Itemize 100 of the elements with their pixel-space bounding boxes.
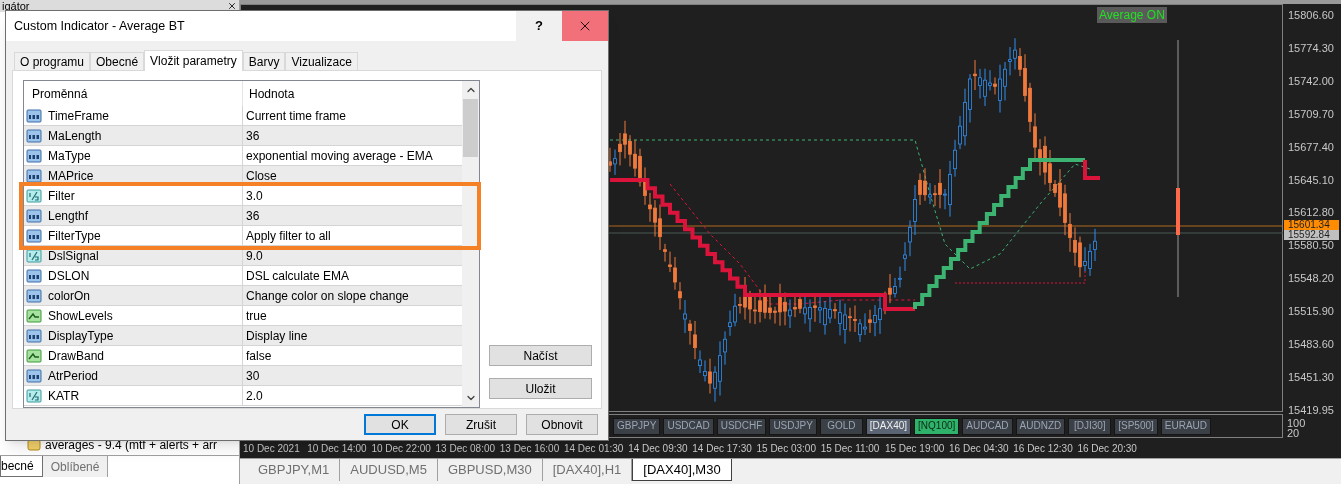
table-row[interactable]: DisplayType Display line — [24, 326, 462, 346]
navigator-tab[interactable]: Oblíbené — [42, 456, 109, 477]
param-value[interactable]: Close — [243, 166, 462, 185]
table-row[interactable]: KATR 2.0 — [24, 386, 462, 406]
symbol-button[interactable]: AUDNZD — [1015, 417, 1066, 435]
column-header[interactable]: Hodnota — [243, 81, 462, 106]
table-row[interactable]: TimeFrame Current time frame — [24, 106, 462, 126]
time-label: 16 Dec 04:30 — [948, 441, 1010, 456]
param-value[interactable]: 30 — [243, 366, 462, 385]
help-button[interactable]: ? — [516, 11, 562, 41]
param-value[interactable]: 36 — [243, 126, 462, 145]
symbol-button[interactable]: [NQ100] — [914, 417, 960, 435]
param-value[interactable]: false — [243, 346, 462, 365]
time-label: 10 Dec 22:00 — [370, 441, 432, 456]
param-value[interactable]: Change color on slope change — [243, 286, 462, 305]
param-name: MAPrice — [48, 167, 94, 185]
scrollbar[interactable] — [462, 81, 479, 407]
price-label: 15612.80 — [1287, 206, 1335, 219]
price-label: 15419.95 — [1287, 403, 1335, 416]
table-row[interactable]: Filter 3.0 — [24, 186, 462, 206]
dialog-button[interactable]: Zrušit — [445, 414, 517, 435]
price-label: 15709.70 — [1287, 107, 1335, 120]
table-row[interactable]: ShowLevels true — [24, 306, 462, 326]
table-row[interactable]: MaLength 36 — [24, 126, 462, 146]
time-label: 13 Dec 16:00 — [498, 441, 561, 456]
time-label: 16 Dec 20:30 — [1076, 441, 1138, 456]
navigator-tab[interactable]: becné — [0, 456, 43, 477]
table-row[interactable]: AtrPeriod 30 — [24, 366, 462, 386]
param-name: DSLON — [48, 267, 90, 285]
marker-bar — [1176, 188, 1180, 235]
param-value[interactable]: 9.0 — [243, 246, 462, 265]
param-name: AtrPeriod — [48, 367, 99, 385]
symbol-button[interactable]: USDCAD — [663, 417, 714, 435]
price-label: 15806.60 — [1287, 9, 1335, 21]
table-row[interactable]: colorOn Change color on slope change — [24, 286, 462, 306]
param-name: FilterType — [48, 227, 101, 245]
indicator-label: Average ON — [1097, 7, 1167, 23]
price-label: 15742.00 — [1287, 74, 1335, 87]
price-label: 15451.30 — [1287, 370, 1335, 383]
param-name: Filter — [48, 187, 75, 205]
dialog-tab[interactable]: Barvy — [242, 52, 286, 70]
param-value[interactable]: DSL calculate EMA — [243, 266, 462, 285]
price-label: 15515.90 — [1287, 305, 1335, 318]
param-value[interactable]: Apply filter to all — [243, 226, 462, 245]
price-label: 15677.40 — [1287, 140, 1335, 153]
table-row[interactable]: DSLON DSL calculate EMA — [24, 266, 462, 286]
param-name: MaLength — [48, 127, 102, 145]
symbol-button[interactable]: GOLD — [819, 417, 863, 435]
symbol-button[interactable]: [SP500] — [1114, 417, 1158, 435]
table-row[interactable]: FilterType Apply filter to all — [24, 226, 462, 246]
dialog-tab[interactable]: Vložit parametry — [144, 50, 243, 71]
chart-tab[interactable]: GBPJPY,M1 — [248, 459, 341, 481]
chart-tab[interactable]: AUDUSD,M5 — [340, 459, 438, 481]
param-name: DslSignal — [48, 247, 99, 265]
dialog-tab[interactable]: Vizualizace — [285, 52, 358, 70]
param-name: KATR — [48, 387, 80, 405]
symbol-button[interactable]: [DJI30] — [1068, 417, 1112, 435]
window-title: Custom Indicator - Average BT — [13, 17, 186, 35]
time-label: 16 Dec 12:30 — [1012, 441, 1074, 456]
param-value[interactable]: true — [243, 306, 462, 325]
price-label: 15548.20 — [1287, 272, 1335, 285]
dialog-button[interactable]: OK — [364, 414, 436, 435]
dialog-tab[interactable]: O programu — [14, 52, 91, 70]
param-value[interactable]: 3.0 — [243, 186, 462, 205]
symbol-button[interactable]: [DAX40] — [865, 417, 912, 435]
chart-tab[interactable]: GBPUSD,M30 — [437, 459, 543, 481]
price-tag: 15592.84 — [1284, 230, 1339, 240]
price-label: 15580.50 — [1287, 239, 1335, 252]
symbol-button[interactable]: AUDCAD — [962, 417, 1013, 435]
price-label: 15483.60 — [1287, 338, 1335, 351]
param-value[interactable]: 2.0 — [243, 386, 462, 405]
param-name: ShowLevels — [48, 307, 113, 325]
scale-label: 20 — [1287, 428, 1301, 438]
param-value[interactable]: exponential moving average - EMA — [243, 146, 462, 165]
param-name: DrawBand — [48, 347, 105, 365]
dialog-tab[interactable]: Obecné — [90, 52, 145, 70]
symbol-button[interactable]: USDJPY — [769, 417, 817, 435]
table-row[interactable]: DrawBand false — [24, 346, 462, 366]
param-value[interactable]: 36 — [243, 206, 462, 225]
time-label: 10 Dec 2021 — [242, 441, 301, 456]
time-label: 14 Dec 17:30 — [691, 441, 753, 456]
param-value[interactable]: Current time frame — [243, 106, 462, 125]
symbol-button[interactable]: EURAUD — [1160, 417, 1212, 435]
scrollbar-thumb[interactable] — [463, 99, 478, 157]
time-label: 15 Dec 19:00 — [883, 441, 946, 456]
table-row[interactable]: MaType exponential moving average - EMA — [24, 146, 462, 166]
table-row[interactable]: Lengthf 36 — [24, 206, 462, 226]
param-value[interactable]: Display line — [243, 326, 462, 345]
symbol-button[interactable]: USDCHF — [716, 417, 767, 435]
param-name: TimeFrame — [48, 107, 109, 125]
time-label: 15 Dec 11:00 — [819, 441, 881, 456]
side-button[interactable]: Uložit — [489, 378, 592, 399]
side-button[interactable]: Načíst — [489, 345, 592, 366]
symbol-button[interactable]: GBPJPY — [613, 417, 661, 435]
price-tag: 15601.34 — [1284, 220, 1339, 230]
chart-tab[interactable]: [DAX40],M30 — [632, 459, 732, 481]
close-icon[interactable] — [227, 1, 237, 11]
time-label: 13 Dec 08:00 — [434, 441, 497, 456]
dialog-button[interactable]: Obnovit — [526, 414, 598, 435]
time-label: 15 Dec 03:00 — [755, 441, 817, 456]
